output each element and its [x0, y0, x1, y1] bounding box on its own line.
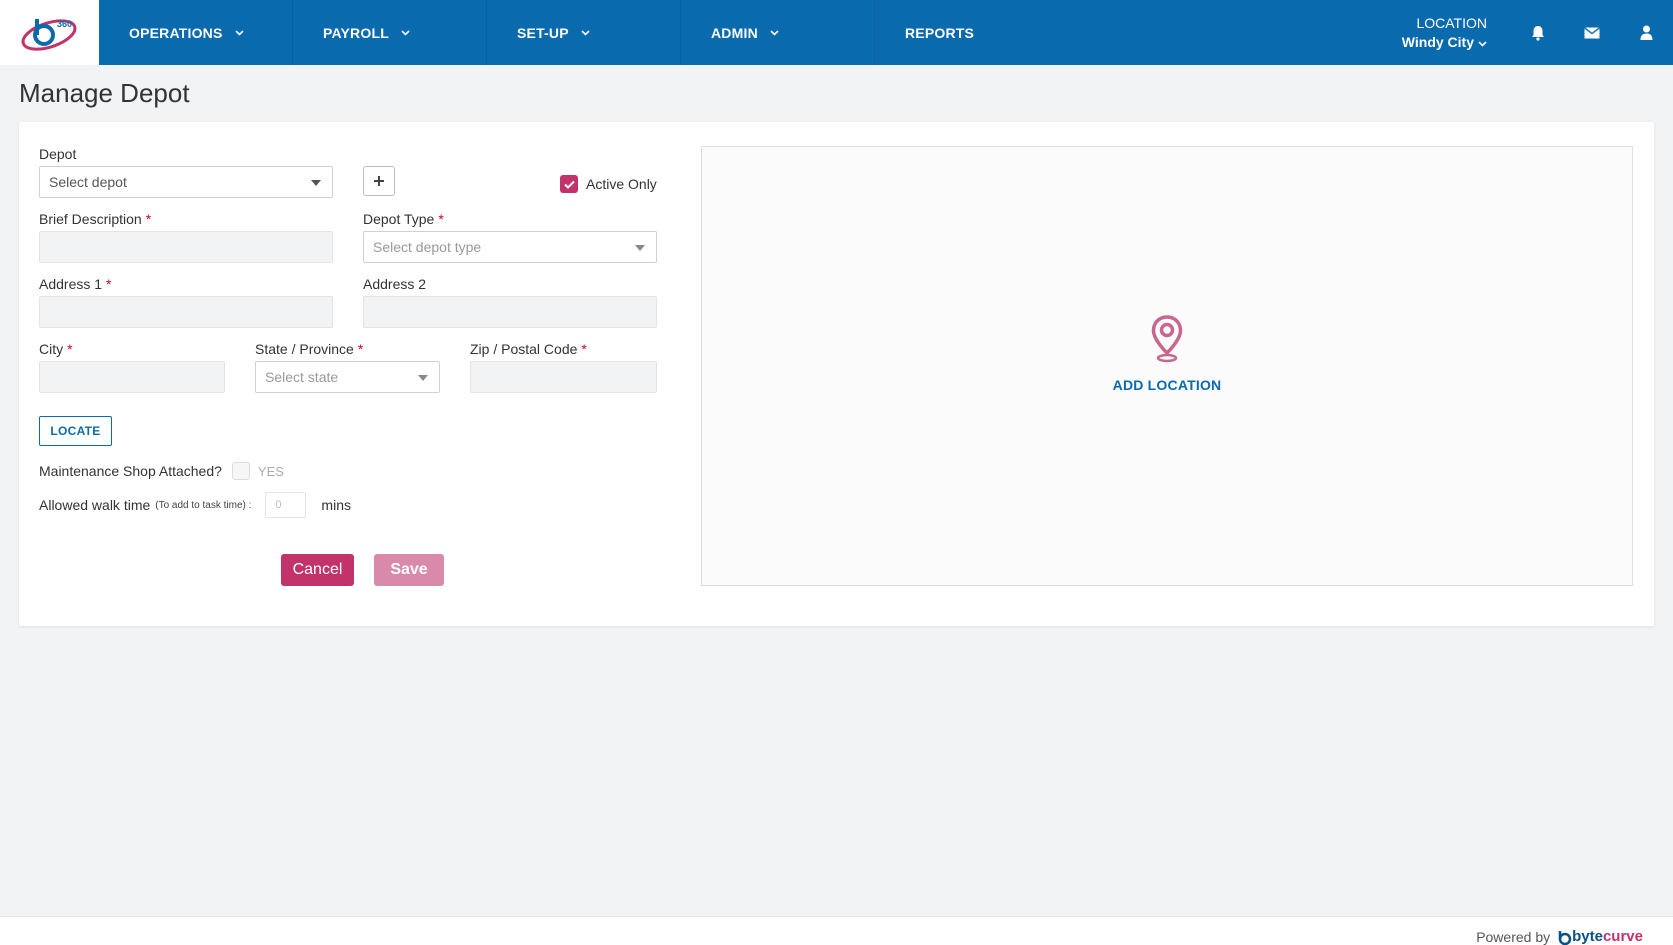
address1-input[interactable]: [39, 296, 333, 328]
maintenance-shop-yes-label: YES: [257, 463, 284, 479]
envelope-icon: [1584, 26, 1600, 38]
nav-setup[interactable]: SET-UP: [487, 0, 681, 65]
top-navigation-bar: 360 OPERATIONS PAYROLL SET-UP ADMIN REPO…: [0, 0, 1673, 65]
logo-icon: 360: [21, 18, 76, 51]
required-marker: *: [581, 341, 587, 357]
app-logo[interactable]: 360: [0, 0, 99, 65]
messages-button[interactable]: [1565, 0, 1619, 65]
svg-text:360: 360: [57, 19, 72, 29]
walk-time-label: Allowed walk time: [39, 497, 151, 513]
depot-select[interactable]: Select depot: [39, 166, 333, 198]
state-label: State / Province *: [255, 341, 363, 357]
chevron-down-icon: [770, 29, 779, 36]
state-text: State / Province: [255, 341, 354, 357]
footer: Powered by byte curve: [0, 916, 1673, 945]
nav-reports-label: REPORTS: [905, 24, 975, 41]
location-value-row: Windy City: [1402, 33, 1487, 52]
location-label: LOCATION: [1416, 14, 1487, 31]
chevron-down-icon: [234, 29, 244, 36]
depot-type-text: Depot Type: [363, 211, 435, 227]
active-only-checkbox[interactable]: [560, 175, 578, 193]
brief-description-input[interactable]: [39, 231, 333, 263]
brand-icon: [1558, 930, 1572, 945]
nav-operations-label: OPERATIONS: [129, 24, 223, 41]
user-menu-button[interactable]: [1619, 0, 1673, 65]
cancel-button[interactable]: Cancel: [281, 554, 354, 586]
city-input[interactable]: [39, 361, 225, 393]
brand-text-curve: curve: [1602, 928, 1643, 945]
location-selector[interactable]: LOCATION Windy City: [1402, 14, 1487, 52]
chevron-down-icon: [401, 29, 410, 36]
nav-admin-label: ADMIN: [711, 24, 758, 41]
save-button[interactable]: Save: [374, 554, 444, 586]
plus-icon: [374, 176, 384, 186]
address2-input[interactable]: [363, 296, 657, 328]
brief-description-text: Brief Description: [39, 211, 142, 227]
required-marker: *: [357, 341, 364, 357]
add-location-label: ADD LOCATION: [1112, 377, 1222, 393]
page-title: Manage Depot: [19, 78, 190, 108]
nav-operations[interactable]: OPERATIONS: [99, 0, 293, 65]
nav-reports[interactable]: REPORTS: [875, 0, 1069, 65]
address1-label: Address 1 *: [39, 276, 112, 292]
maintenance-shop-row: Maintenance Shop Attached? YES: [39, 462, 284, 480]
walk-time-note: (To add to task time) :: [155, 499, 252, 511]
map-pin-icon: [1151, 315, 1183, 363]
powered-by: Powered by byte curve: [1476, 928, 1643, 945]
depot-type-label: Depot Type *: [363, 211, 444, 227]
walk-time-input[interactable]: 0: [265, 492, 307, 518]
top-right-controls: LOCATION Windy City: [1402, 0, 1673, 65]
walk-time-row: Allowed walk time (To add to task time) …: [39, 492, 351, 518]
active-only-label: Active Only: [586, 176, 657, 192]
depot-select-value: Select depot: [49, 174, 127, 190]
caret-down-icon: [311, 180, 321, 186]
locate-button[interactable]: LOCATE: [39, 416, 112, 446]
active-only-toggle[interactable]: Active Only: [560, 175, 657, 193]
zip-label: Zip / Postal Code *: [470, 341, 587, 357]
required-marker: *: [67, 341, 73, 357]
caret-down-icon: [418, 375, 428, 381]
nav-setup-label: SET-UP: [517, 24, 569, 41]
nav-admin[interactable]: ADMIN: [681, 0, 875, 65]
checkmark-icon: [563, 180, 575, 189]
city-label: City *: [39, 341, 73, 357]
nav-payroll[interactable]: PAYROLL: [293, 0, 487, 65]
caret-down-icon: [635, 245, 645, 251]
add-location-button[interactable]: ADD LOCATION: [702, 315, 1632, 393]
notifications-button[interactable]: [1511, 0, 1565, 65]
address2-label: Address 2: [363, 276, 427, 292]
depot-form-card: Depot Select depot Active Only Brief Des…: [19, 122, 1654, 626]
location-value: Windy City: [1401, 33, 1474, 50]
address1-text: Address 1: [39, 276, 103, 292]
bell-icon: [1532, 25, 1544, 41]
zip-text: Zip / Postal Code: [470, 341, 578, 357]
zip-input[interactable]: [470, 361, 657, 393]
chevron-down-icon: [1478, 33, 1487, 52]
depot-type-select[interactable]: Select depot type: [363, 231, 657, 263]
brand-text-byte: byte: [1572, 928, 1603, 945]
bytecurve-logo: byte curve: [1556, 928, 1643, 945]
state-select-value: Select state: [265, 369, 339, 385]
powered-by-label: Powered by: [1476, 928, 1551, 945]
brief-description-label: Brief Description *: [39, 211, 151, 227]
required-marker: *: [106, 276, 112, 292]
user-icon: [1640, 25, 1652, 40]
maintenance-shop-checkbox[interactable]: [231, 462, 250, 480]
depot-label: Depot: [39, 146, 77, 162]
map-panel: ADD LOCATION: [701, 146, 1633, 586]
city-text: City: [39, 341, 64, 357]
walk-time-unit: mins: [321, 497, 351, 513]
add-depot-button[interactable]: [363, 166, 395, 196]
maintenance-shop-label: Maintenance Shop Attached?: [39, 463, 222, 479]
depot-type-select-value: Select depot type: [373, 239, 482, 255]
nav-payroll-label: PAYROLL: [323, 24, 389, 41]
chevron-down-icon: [581, 29, 590, 36]
required-marker: *: [145, 211, 152, 227]
state-select[interactable]: Select state: [255, 361, 440, 393]
required-marker: *: [438, 211, 444, 227]
